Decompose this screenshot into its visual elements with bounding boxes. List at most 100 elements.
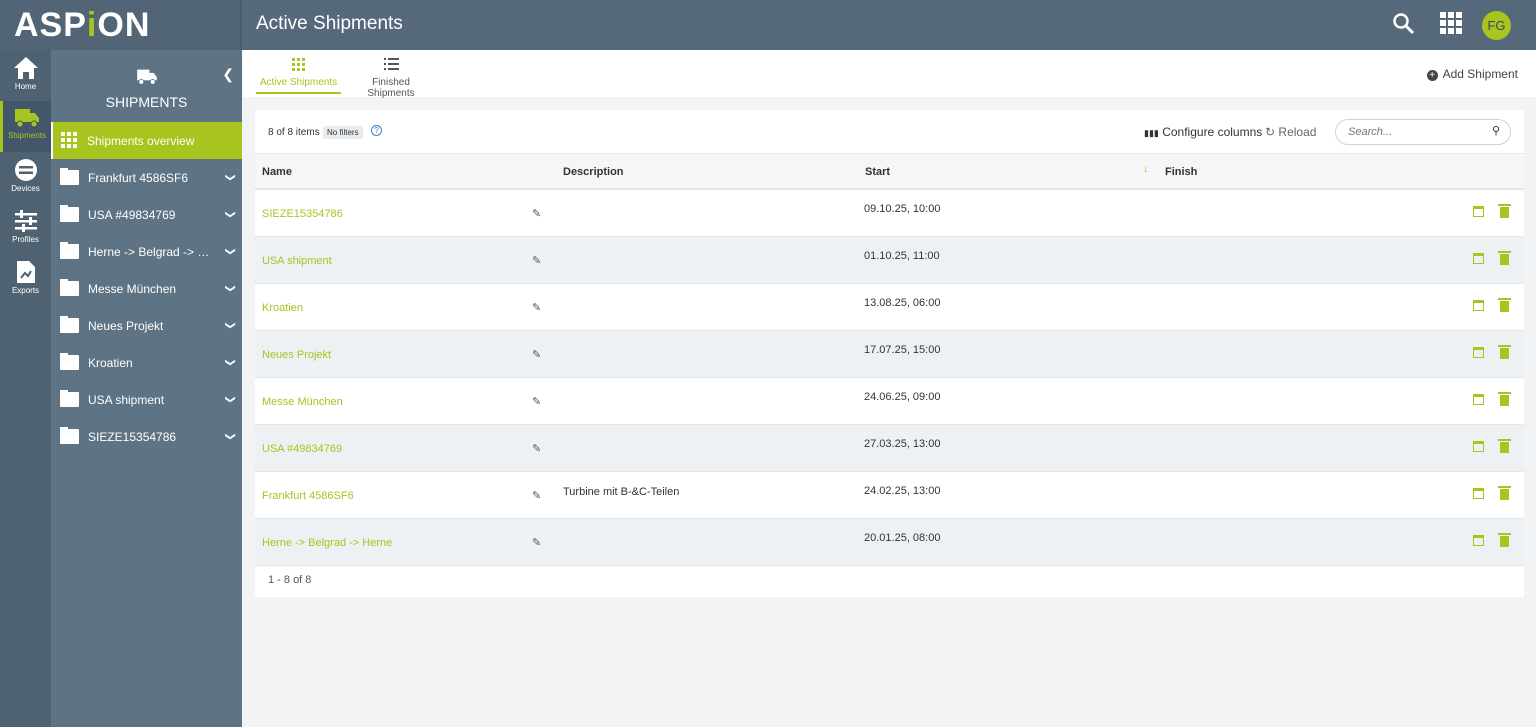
table-row: Messe München ✎ 24.06.25, 09:00 bbox=[255, 378, 1524, 425]
trash-icon[interactable] bbox=[1498, 204, 1511, 218]
rail-item-home[interactable]: Home bbox=[0, 50, 51, 101]
shipment-name-link[interactable]: Neues Projekt bbox=[262, 349, 331, 361]
table-row: USA shipment ✎ 01.10.25, 11:00 bbox=[255, 237, 1524, 284]
folder-icon bbox=[60, 168, 79, 185]
calendar-check-icon[interactable] bbox=[1473, 347, 1484, 358]
folder-icon bbox=[60, 427, 79, 444]
calendar-check-icon[interactable] bbox=[1473, 300, 1484, 311]
tabs-bar: Active Shipments Finished Shipments + Add… bbox=[243, 50, 1536, 99]
rail-item-exports[interactable]: Exports bbox=[0, 254, 51, 305]
edit-pencil-icon[interactable]: ✎ bbox=[532, 489, 541, 502]
edit-pencil-icon[interactable]: ✎ bbox=[532, 536, 541, 549]
calendar-check-icon[interactable] bbox=[1473, 535, 1484, 546]
tab-finished-shipments[interactable]: Finished Shipments bbox=[348, 58, 434, 103]
chevron-down-icon[interactable]: ❯ bbox=[224, 358, 235, 366]
table-row: Herne -> Belgrad -> Herne ✎ 20.01.25, 08… bbox=[255, 519, 1524, 566]
calendar-check-icon[interactable] bbox=[1473, 253, 1484, 264]
help-icon[interactable]: ? bbox=[371, 125, 382, 136]
chevron-down-icon[interactable]: ❯ bbox=[224, 321, 235, 329]
chevron-down-icon[interactable]: ❯ bbox=[224, 210, 235, 218]
avatar[interactable]: FG bbox=[1482, 11, 1511, 40]
trash-icon[interactable] bbox=[1498, 345, 1511, 359]
configure-columns-button[interactable]: ▮▮▮ Configure columns bbox=[1144, 125, 1262, 139]
shipment-name-link[interactable]: USA #49834769 bbox=[262, 443, 342, 455]
chevron-down-icon[interactable]: ❯ bbox=[224, 247, 235, 255]
shipment-name-link[interactable]: USA shipment bbox=[262, 255, 332, 267]
column-description[interactable]: Description bbox=[563, 166, 624, 178]
folder-icon bbox=[60, 390, 79, 407]
devices-icon bbox=[14, 159, 37, 181]
nav-folder-item[interactable]: Kroatien ❯ bbox=[51, 344, 242, 381]
shipment-start: 24.06.25, 09:00 bbox=[864, 391, 941, 403]
column-finish[interactable]: Finish bbox=[1165, 166, 1197, 178]
rail-item-shipments[interactable]: Shipments bbox=[0, 101, 51, 152]
shipment-name-link[interactable]: Herne -> Belgrad -> Herne bbox=[262, 537, 392, 549]
search-icon[interactable]: ⚲ bbox=[1492, 124, 1500, 137]
edit-pencil-icon[interactable]: ✎ bbox=[532, 395, 541, 408]
calendar-check-icon[interactable] bbox=[1473, 394, 1484, 405]
table-row: Neues Projekt ✎ 17.07.25, 15:00 bbox=[255, 331, 1524, 378]
trash-icon[interactable] bbox=[1498, 298, 1511, 312]
truck-icon bbox=[15, 109, 39, 128]
table-row: Frankfurt 4586SF6 ✎ Turbine mit B-&C-Tei… bbox=[255, 472, 1524, 519]
rail-item-devices[interactable]: Devices bbox=[0, 152, 51, 203]
rail-item-profiles[interactable]: Profiles bbox=[0, 203, 51, 254]
shipment-name-link[interactable]: Kroatien bbox=[262, 302, 303, 314]
trash-icon[interactable] bbox=[1498, 486, 1511, 500]
add-shipment-button[interactable]: + Add Shipment bbox=[1426, 67, 1518, 81]
logo[interactable]: ASPiON bbox=[0, 0, 242, 50]
shipment-start: 09.10.25, 10:00 bbox=[864, 203, 941, 215]
column-name[interactable]: Name bbox=[262, 166, 292, 178]
chevron-down-icon[interactable]: ❯ bbox=[224, 432, 235, 440]
reload-button[interactable]: ↻ Reload bbox=[1265, 125, 1316, 139]
trash-icon[interactable] bbox=[1498, 392, 1511, 406]
trash-icon[interactable] bbox=[1498, 251, 1511, 265]
plus-circle-icon: + bbox=[1426, 70, 1438, 81]
column-start[interactable]: Start bbox=[865, 166, 890, 178]
edit-pencil-icon[interactable]: ✎ bbox=[532, 301, 541, 314]
nav-folder-item[interactable]: USA shipment ❯ bbox=[51, 381, 242, 418]
trash-icon[interactable] bbox=[1498, 533, 1511, 547]
calendar-check-icon[interactable] bbox=[1473, 206, 1484, 217]
nav-folder-item[interactable]: Messe München ❯ bbox=[51, 270, 242, 307]
calendar-check-icon[interactable] bbox=[1473, 488, 1484, 499]
edit-pencil-icon[interactable]: ✎ bbox=[532, 254, 541, 267]
search-icon[interactable] bbox=[1392, 12, 1416, 36]
shipment-name-link[interactable]: SIEZE15354786 bbox=[262, 208, 343, 220]
edit-pencil-icon[interactable]: ✎ bbox=[532, 348, 541, 361]
nav-folder-item[interactable]: SIEZE15354786 ❯ bbox=[51, 418, 242, 455]
chevron-down-icon[interactable]: ❯ bbox=[224, 173, 235, 181]
reload-icon: ↻ bbox=[1265, 125, 1276, 139]
collapse-chevron-icon[interactable]: ❮ bbox=[222, 66, 234, 83]
grid-icon bbox=[292, 58, 305, 71]
page-title: Active Shipments bbox=[256, 13, 403, 34]
filters-badge[interactable]: No filters bbox=[323, 126, 363, 139]
folder-icon bbox=[60, 242, 79, 259]
sort-desc-icon[interactable]: ↓ bbox=[1143, 163, 1149, 175]
shipment-name-link[interactable]: Messe München bbox=[262, 396, 343, 408]
shipment-name-link[interactable]: Frankfurt 4586SF6 bbox=[262, 490, 354, 502]
chevron-down-icon[interactable]: ❯ bbox=[224, 284, 235, 292]
shipments-nav: SHIPMENTS ❮ Shipments overview Frankfurt… bbox=[51, 50, 242, 727]
apps-grid-icon[interactable] bbox=[1440, 12, 1463, 35]
grid-icon bbox=[61, 132, 77, 148]
folder-icon bbox=[60, 316, 79, 333]
list-icon bbox=[383, 58, 399, 70]
export-icon bbox=[16, 261, 35, 283]
folder-icon bbox=[60, 205, 79, 222]
nav-folder-item[interactable]: Frankfurt 4586SF6 ❯ bbox=[51, 159, 242, 196]
nav-folder-item[interactable]: Neues Projekt ❯ bbox=[51, 307, 242, 344]
search-input[interactable] bbox=[1335, 119, 1511, 145]
nav-item-overview[interactable]: Shipments overview bbox=[51, 122, 242, 159]
nav-folder-item[interactable]: USA #49834769 ❯ bbox=[51, 196, 242, 233]
nav-folder-item[interactable]: Herne -> Belgrad -> H... ❯ bbox=[51, 233, 242, 270]
item-count: 8 of 8 items bbox=[268, 127, 320, 138]
edit-pencil-icon[interactable]: ✎ bbox=[532, 207, 541, 220]
calendar-check-icon[interactable] bbox=[1473, 441, 1484, 452]
trash-icon[interactable] bbox=[1498, 439, 1511, 453]
edit-pencil-icon[interactable]: ✎ bbox=[532, 442, 541, 455]
shipment-start: 27.03.25, 13:00 bbox=[864, 438, 941, 450]
folder-icon bbox=[60, 279, 79, 296]
tab-active-shipments[interactable]: Active Shipments bbox=[256, 58, 341, 94]
chevron-down-icon[interactable]: ❯ bbox=[224, 395, 235, 403]
